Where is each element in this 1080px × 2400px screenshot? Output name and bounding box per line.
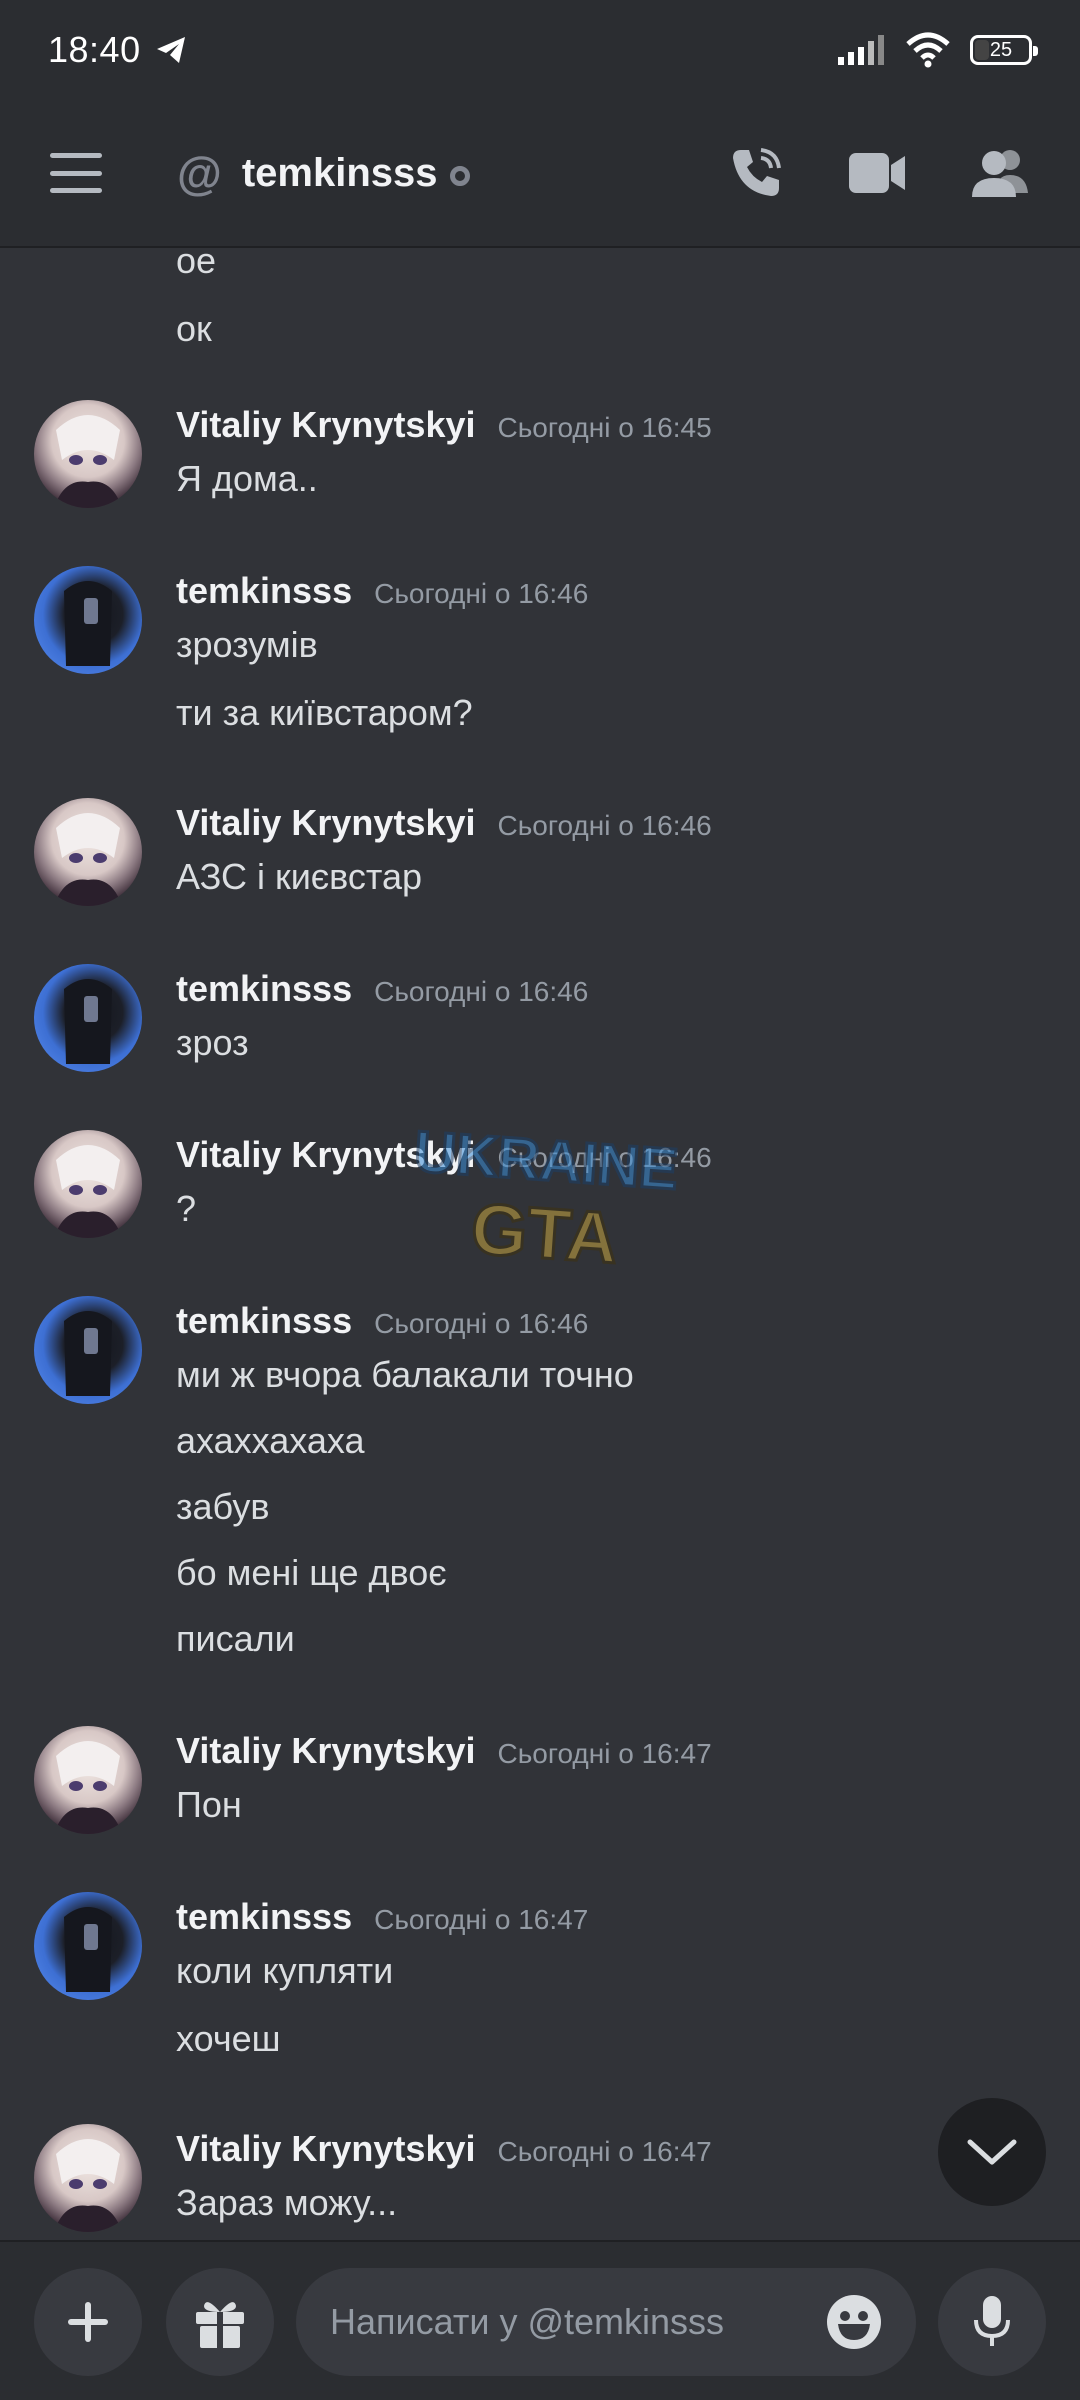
message-line: ти за київстаром?	[176, 692, 473, 733]
battery-level: 25	[989, 38, 1013, 61]
message-line: писали	[176, 1618, 295, 1659]
message-timestamp: Сьогодні о 16:47	[374, 1904, 589, 1935]
voice-message-button[interactable]	[938, 2268, 1046, 2376]
channel-title[interactable]: temkinsss	[242, 151, 438, 196]
avatar[interactable]	[34, 566, 142, 674]
message-list[interactable]: ое ок Vitaliy Krynytskyi Сьогодні о 16:4…	[0, 250, 1080, 2240]
message-timestamp: Сьогодні о 16:47	[497, 1738, 712, 1769]
hamburger-icon[interactable]	[50, 153, 102, 193]
message-line: ?	[176, 1188, 197, 1229]
plus-icon	[68, 2302, 108, 2342]
message-input[interactable]	[330, 2301, 826, 2343]
attach-button[interactable]	[34, 2268, 142, 2376]
avatar[interactable]	[34, 2124, 142, 2232]
message-line: забув	[176, 1486, 270, 1527]
chevron-down-icon	[967, 2139, 1017, 2165]
offline-status-icon	[449, 166, 470, 186]
signal-icon	[838, 35, 884, 65]
battery-icon: 25	[970, 35, 1038, 65]
message-line: ми ж вчора балакали точно	[176, 1354, 634, 1395]
emoji-icon[interactable]	[826, 2294, 882, 2350]
avatar[interactable]	[34, 1130, 142, 1238]
jump-to-latest-button[interactable]	[938, 2098, 1046, 2206]
message-author[interactable]: temkinsss	[176, 1300, 352, 1342]
members-button[interactable]	[970, 143, 1030, 203]
message-line: ое	[176, 250, 217, 281]
video-call-button[interactable]	[848, 143, 908, 203]
message-author[interactable]: Vitaliy Krynytskyi	[176, 2128, 476, 2170]
voice-call-button[interactable]	[726, 143, 786, 203]
message-line: хочеш	[176, 2018, 281, 2059]
message-author[interactable]: Vitaliy Krynytskyi	[176, 802, 476, 844]
message-timestamp: Сьогодні о 16:45	[497, 412, 712, 443]
message-line: ахаххахаха	[176, 1420, 365, 1461]
message-timestamp: Сьогодні о 16:46	[497, 810, 712, 841]
message-line: зрозумів	[176, 624, 318, 665]
avatar[interactable]	[34, 964, 142, 1072]
message-author[interactable]: temkinsss	[176, 570, 352, 612]
avatar[interactable]	[34, 1296, 142, 1404]
message-composer	[0, 2240, 1080, 2400]
members-icon	[972, 150, 1028, 197]
message-timestamp: Сьогодні о 16:47	[497, 2136, 712, 2167]
avatar[interactable]	[34, 400, 142, 508]
message-author[interactable]: Vitaliy Krynytskyi	[176, 1730, 476, 1772]
message-line: зроз	[176, 1022, 249, 1063]
message-timestamp: Сьогодні о 16:46	[374, 976, 589, 1007]
message-line: Пон	[176, 1784, 242, 1825]
avatar[interactable]	[34, 798, 142, 906]
avatar[interactable]	[34, 1892, 142, 2000]
message-line: АЗС і києвстар	[176, 856, 423, 897]
telegram-icon	[156, 37, 185, 63]
gift-icon	[196, 2302, 244, 2348]
avatar[interactable]	[34, 1726, 142, 1834]
message-line: ок	[176, 308, 212, 349]
video-icon	[849, 153, 905, 193]
status-bar: 18:40 25	[0, 0, 1080, 100]
message-timestamp: Сьогодні о 16:46	[374, 578, 589, 609]
message-author[interactable]: temkinsss	[176, 968, 352, 1010]
message-author[interactable]: Vitaliy Krynytskyi	[176, 404, 476, 446]
message-author[interactable]: temkinsss	[176, 1896, 352, 1938]
phone-call-icon	[733, 148, 781, 196]
wifi-icon	[906, 32, 950, 68]
message-line: бо мені ще двоє	[176, 1552, 447, 1593]
message-author[interactable]: Vitaliy Krynytskyi	[176, 1134, 476, 1176]
message-line: Зараз можу...	[176, 2182, 398, 2223]
message-line: коли купляти	[176, 1950, 394, 1991]
message-input-container[interactable]	[296, 2268, 916, 2376]
microphone-icon	[974, 2296, 1010, 2346]
gift-button[interactable]	[166, 2268, 274, 2376]
message-timestamp: Сьогодні о 16:46	[374, 1308, 589, 1339]
at-icon: @	[177, 147, 222, 199]
status-time: 18:40	[48, 29, 141, 70]
chat-header: @ temkinsss	[0, 100, 1080, 248]
message-timestamp: Сьогодні о 16:46	[497, 1142, 712, 1173]
message-line: Я дома..	[176, 458, 318, 499]
